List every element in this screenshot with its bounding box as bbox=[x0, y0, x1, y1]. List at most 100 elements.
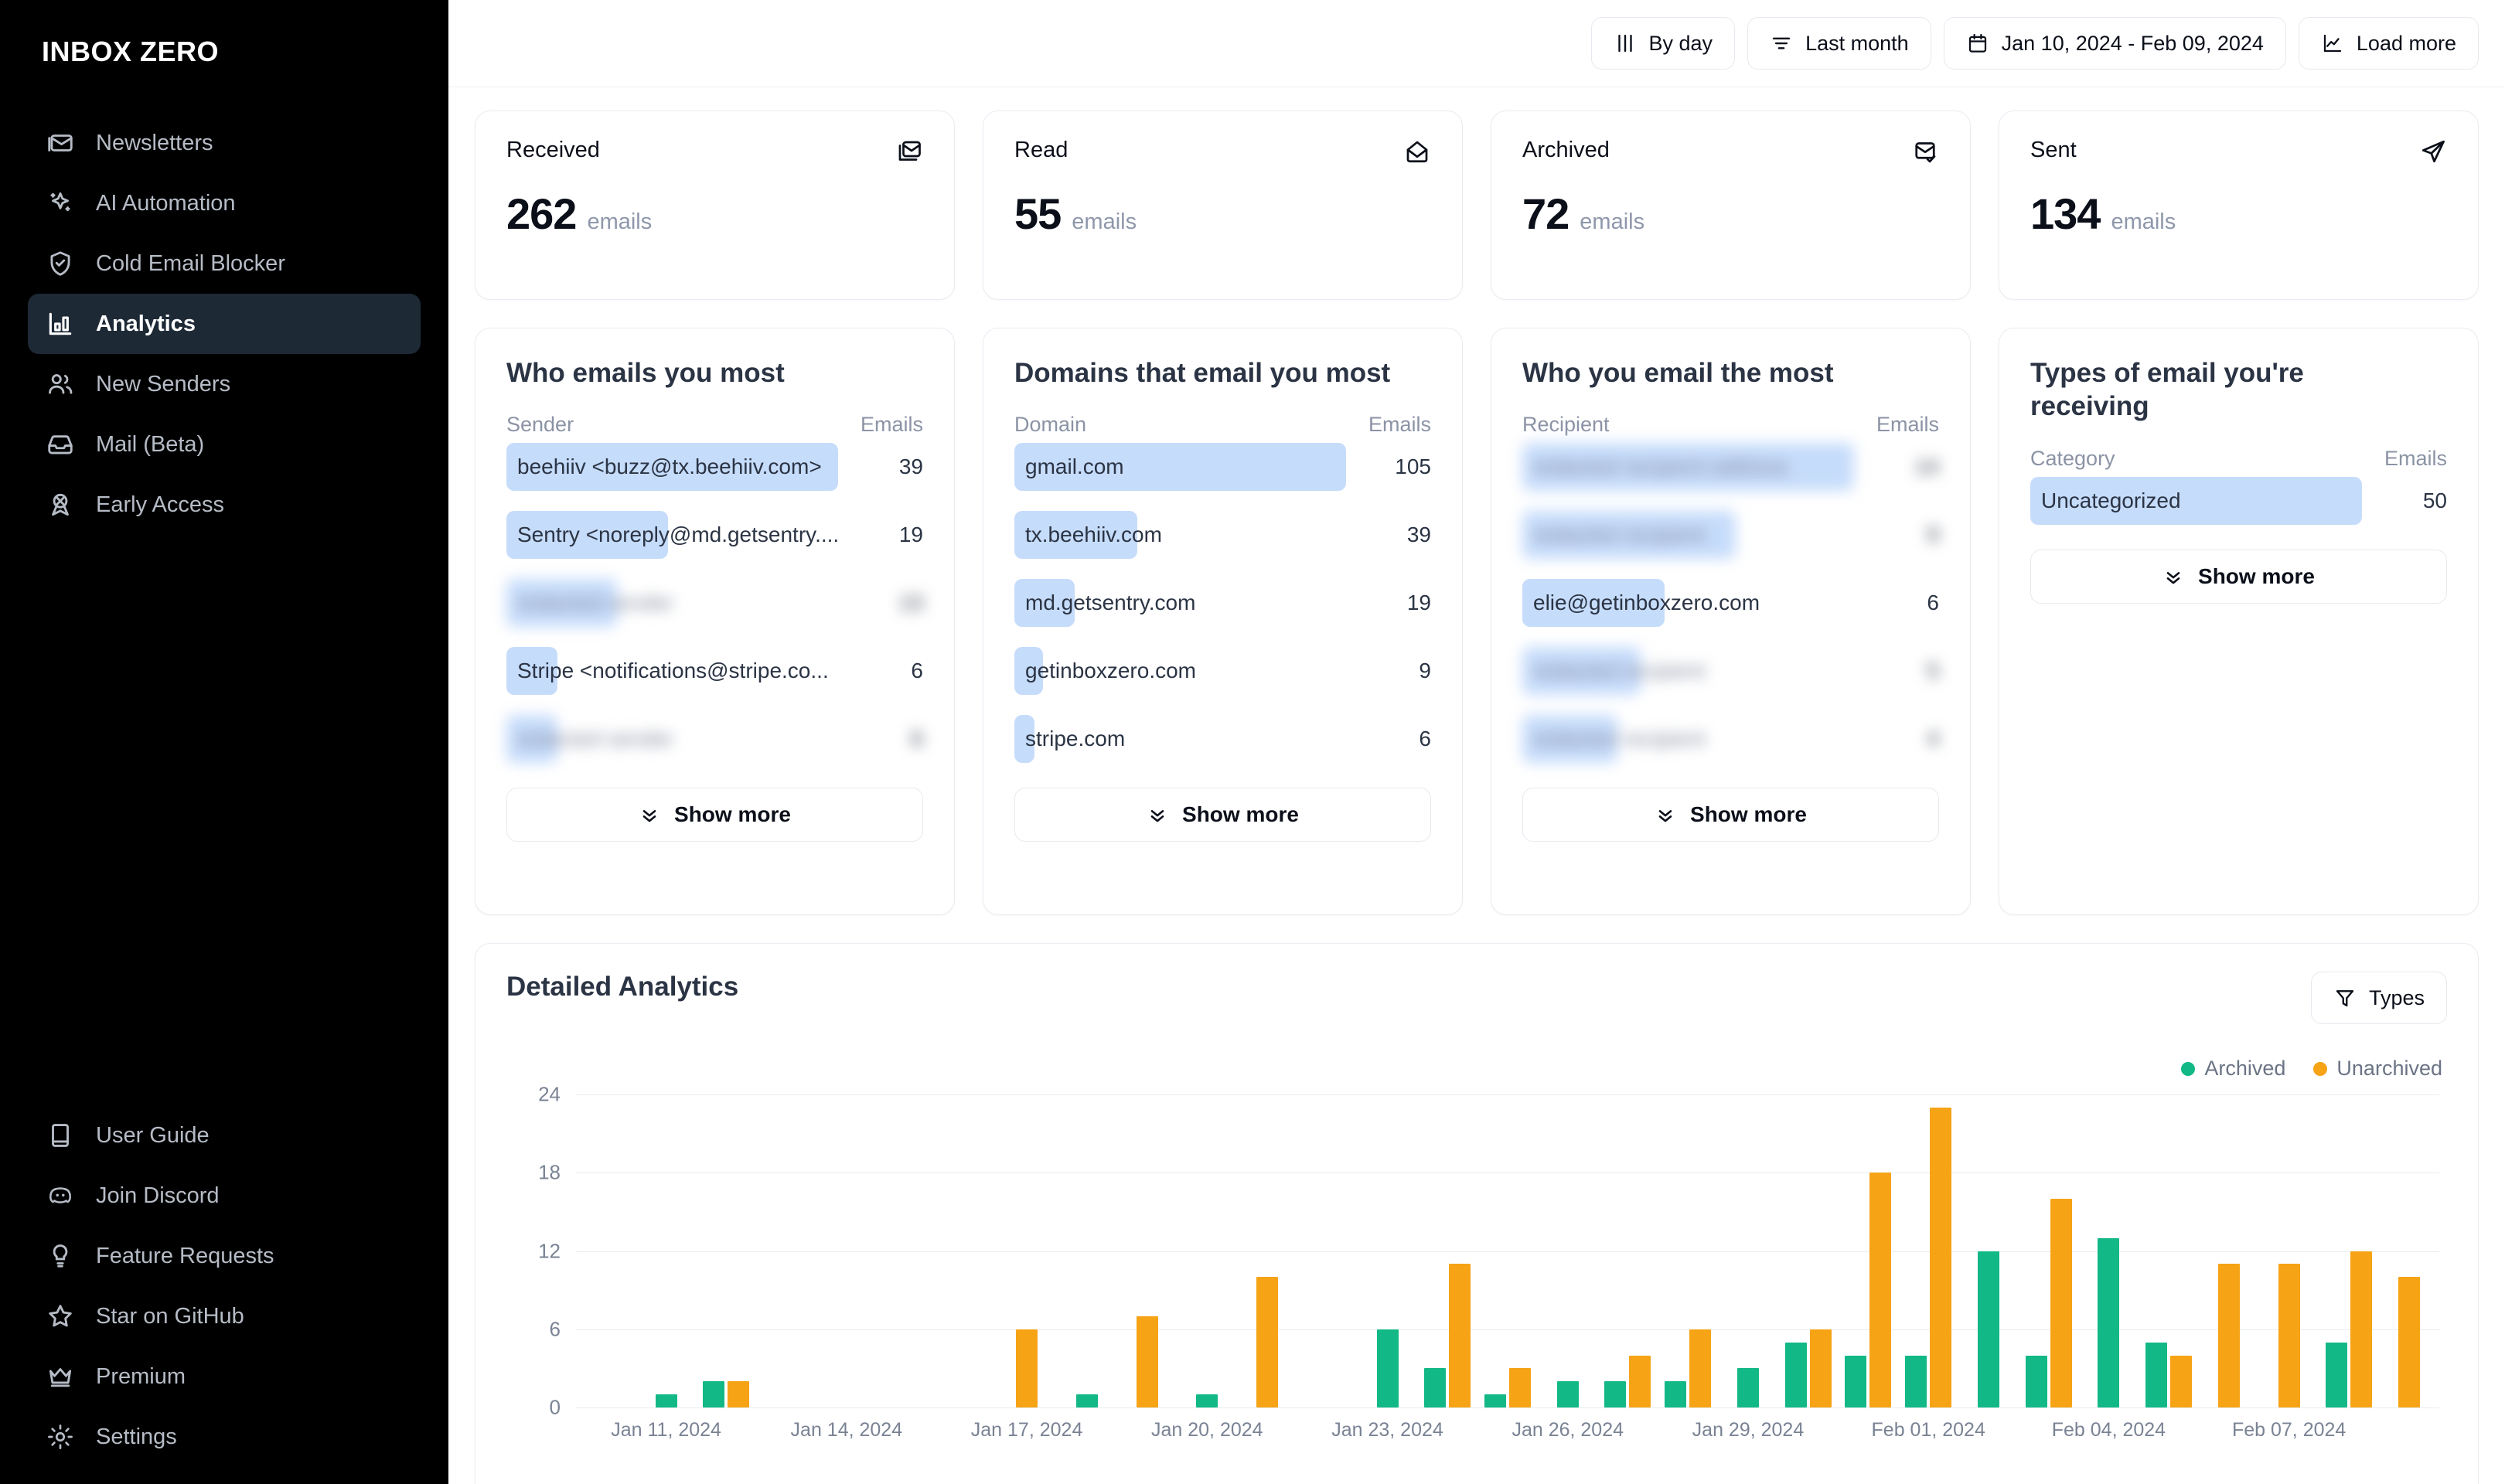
chart-bar-unarchived[interactable] bbox=[1136, 1316, 1158, 1407]
gridline bbox=[576, 1407, 2439, 1408]
chart-bar-archived[interactable] bbox=[1556, 1381, 1579, 1407]
table-row[interactable]: redacted recipient 5 bbox=[1522, 647, 1939, 696]
show-more-button[interactable]: Show more bbox=[506, 788, 923, 842]
chart-bar-archived[interactable] bbox=[1196, 1394, 1218, 1407]
sidebar-item-join-discord[interactable]: Join Discord bbox=[28, 1166, 421, 1226]
chart-bar-unarchived[interactable] bbox=[1449, 1264, 1471, 1407]
table-row[interactable]: redacted recipient 4 bbox=[1522, 715, 1939, 764]
table-row[interactable]: Uncategorized 50 bbox=[2030, 476, 2447, 525]
chart-bar-unarchived[interactable] bbox=[1809, 1329, 1832, 1407]
row-bar-container: Sentry <noreply@md.getsentry.... bbox=[506, 511, 839, 560]
chart-bar-archived[interactable] bbox=[1424, 1368, 1447, 1407]
chart-bar-archived[interactable] bbox=[1484, 1394, 1506, 1407]
row-label: md.getsentry.com bbox=[1025, 591, 1196, 615]
by-day-label: By day bbox=[1648, 31, 1713, 55]
chart-bar-archived[interactable] bbox=[2145, 1342, 2168, 1407]
chart-bar-unarchived[interactable] bbox=[1016, 1329, 1038, 1407]
show-more-button[interactable]: Show more bbox=[1522, 788, 1939, 842]
chart-y-axis: 0 6 12 18 24 bbox=[506, 1083, 561, 1419]
chart-bar-unarchived[interactable] bbox=[1509, 1368, 1531, 1407]
ribbon-icon bbox=[45, 489, 76, 520]
sidebar-item-new-senders[interactable]: New Senders bbox=[28, 354, 421, 414]
chart-bar-unarchived[interactable] bbox=[2350, 1251, 2373, 1407]
chart-bar-archived[interactable] bbox=[1977, 1251, 1999, 1407]
legend-item-unarchived[interactable]: Unarchived bbox=[2313, 1057, 2442, 1081]
show-more-button[interactable]: Show more bbox=[1014, 788, 1431, 842]
chart-bar-archived[interactable] bbox=[1604, 1381, 1627, 1407]
chart-bar-archived[interactable] bbox=[655, 1394, 677, 1407]
chart-bar-unarchived[interactable] bbox=[728, 1381, 750, 1407]
column-header-value: Emails bbox=[2384, 446, 2447, 470]
column-header-value: Emails bbox=[860, 413, 923, 437]
shield-check-icon bbox=[45, 248, 76, 279]
table-row[interactable]: md.getsentry.com 19 bbox=[1014, 579, 1431, 628]
chart-bar-unarchived[interactable] bbox=[1629, 1355, 1651, 1407]
gear-icon bbox=[45, 1421, 76, 1452]
chart-bar-archived[interactable] bbox=[1736, 1368, 1759, 1407]
table-row[interactable]: elie@getinboxzero.com 6 bbox=[1522, 579, 1939, 628]
table-row[interactable]: redacted recipient address 14 bbox=[1522, 443, 1939, 492]
chart-bar-archived[interactable] bbox=[2025, 1355, 2047, 1407]
chart-bar-unarchived[interactable] bbox=[2278, 1264, 2300, 1407]
chart-bar-archived[interactable] bbox=[1784, 1342, 1807, 1407]
chart-bar-archived[interactable] bbox=[2326, 1342, 2348, 1407]
chart-bar-archived[interactable] bbox=[1905, 1355, 1927, 1407]
table-row[interactable]: redacted sender 13 bbox=[506, 579, 923, 628]
chart-bar-archived[interactable] bbox=[2098, 1237, 2120, 1407]
table-row[interactable]: tx.beehiiv.com 39 bbox=[1014, 511, 1431, 560]
x-axis-tick: Feb 04, 2024 bbox=[2051, 1419, 2166, 1441]
chart-bar-unarchived[interactable] bbox=[1256, 1277, 1279, 1407]
sidebar-item-mail-beta[interactable]: Mail (Beta) bbox=[28, 414, 421, 475]
stat-title: Archived bbox=[1522, 138, 1610, 162]
chart-bars bbox=[576, 1094, 2439, 1407]
types-filter-button[interactable]: Types bbox=[2310, 972, 2447, 1024]
load-more-button[interactable]: Load more bbox=[2298, 17, 2479, 70]
sidebar-item-newsletters[interactable]: Newsletters bbox=[28, 113, 421, 173]
chart-bar-unarchived[interactable] bbox=[1689, 1329, 1712, 1407]
y-axis-tick: 18 bbox=[538, 1160, 561, 1184]
card-rows: redacted recipient address 14 redacted rec… bbox=[1522, 443, 1939, 783]
column-header-value: Emails bbox=[1368, 413, 1431, 437]
table-row[interactable]: Sentry <noreply@md.getsentry.... 19 bbox=[506, 511, 923, 560]
row-value: 6 bbox=[911, 659, 923, 683]
book-icon bbox=[45, 1120, 76, 1151]
sidebar-item-analytics[interactable]: Analytics bbox=[28, 294, 421, 354]
sidebar-item-early-access[interactable]: Early Access bbox=[28, 475, 421, 535]
table-row[interactable]: redacted sender 6 bbox=[506, 715, 923, 764]
chart-bar-archived[interactable] bbox=[1376, 1329, 1399, 1407]
chart-bar-archived[interactable] bbox=[1845, 1355, 1867, 1407]
chart-bar-unarchived[interactable] bbox=[2398, 1277, 2421, 1407]
sidebar-item-premium[interactable]: Premium bbox=[28, 1346, 421, 1407]
chart-bar-unarchived[interactable] bbox=[2050, 1199, 2072, 1407]
chart-bar-archived[interactable] bbox=[1665, 1381, 1687, 1407]
sidebar-item-settings[interactable]: Settings bbox=[28, 1407, 421, 1467]
sidebar-item-ai-automation[interactable]: AI Automation bbox=[28, 173, 421, 233]
chart-bar-unarchived[interactable] bbox=[2170, 1355, 2193, 1407]
show-more-button[interactable]: Show more bbox=[2030, 549, 2447, 604]
chart-bar-archived[interactable] bbox=[1075, 1394, 1098, 1407]
by-day-button[interactable]: By day bbox=[1590, 17, 1736, 70]
sidebar-item-feature-requests[interactable]: Feature Requests bbox=[28, 1226, 421, 1286]
table-row[interactable]: Stripe <notifications@stripe.co... 6 bbox=[506, 647, 923, 696]
chart-bar-unarchived[interactable] bbox=[2217, 1264, 2240, 1407]
table-row[interactable]: getinboxzero.com 9 bbox=[1014, 647, 1431, 696]
chart-bar-unarchived[interactable] bbox=[1930, 1107, 1952, 1407]
date-range-button[interactable]: Jan 10, 2024 - Feb 09, 2024 bbox=[1943, 17, 2286, 70]
column-header-label: Recipient bbox=[1522, 413, 1610, 437]
row-label: redacted sender bbox=[517, 591, 674, 615]
last-month-button[interactable]: Last month bbox=[1747, 17, 1931, 70]
chart-bar-archived[interactable] bbox=[703, 1381, 725, 1407]
table-row[interactable]: gmail.com 105 bbox=[1014, 443, 1431, 492]
row-bar-container: redacted recipient bbox=[1522, 511, 1854, 560]
stat-value: 72 bbox=[1522, 189, 1569, 238]
sidebar-item-star-on-github[interactable]: Star on GitHub bbox=[28, 1286, 421, 1346]
sidebar-item-cold-email-blocker[interactable]: Cold Email Blocker bbox=[28, 233, 421, 294]
table-row[interactable]: redacted recipient 9 bbox=[1522, 511, 1939, 560]
chart-bar-unarchived[interactable] bbox=[1869, 1173, 1892, 1407]
sidebar-item-user-guide[interactable]: User Guide bbox=[28, 1105, 421, 1166]
star-icon bbox=[45, 1301, 76, 1332]
table-row[interactable]: stripe.com 6 bbox=[1014, 715, 1431, 764]
chart-plot-area bbox=[576, 1094, 2439, 1408]
table-row[interactable]: beehiiv <buzz@tx.beehiiv.com> 39 bbox=[506, 443, 923, 492]
legend-item-archived[interactable]: Archived bbox=[2181, 1057, 2285, 1081]
